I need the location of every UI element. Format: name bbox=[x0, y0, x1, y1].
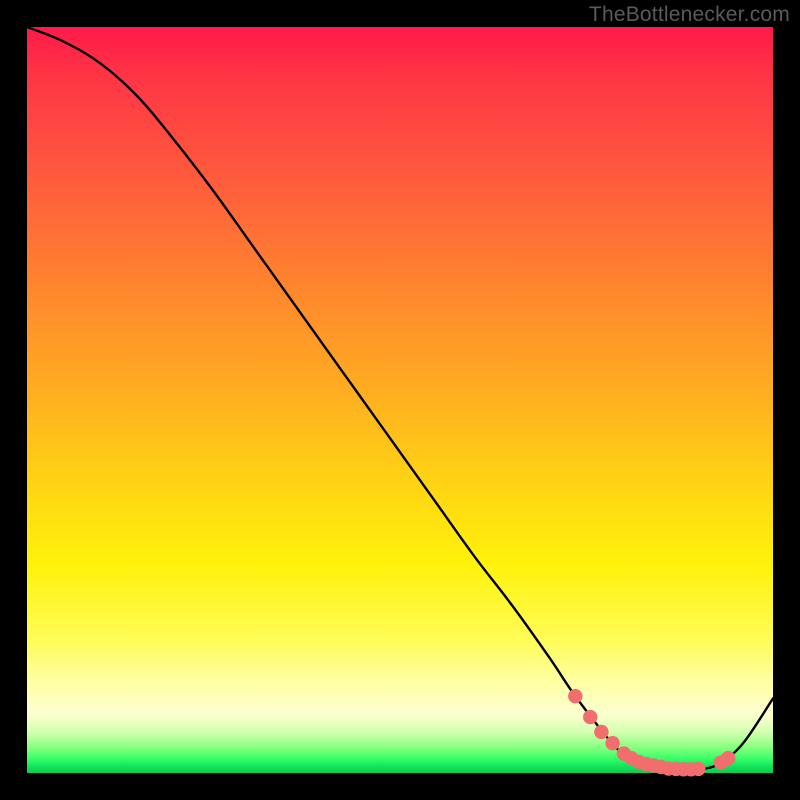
marker-point bbox=[721, 751, 735, 765]
marker-group bbox=[568, 689, 735, 777]
bottleneck-curve-path bbox=[27, 27, 773, 769]
plot-area bbox=[27, 27, 773, 773]
marker-point bbox=[568, 689, 582, 703]
marker-point bbox=[605, 736, 619, 750]
marker-point bbox=[583, 710, 597, 724]
watermark-text: TheBottlenecker.com bbox=[589, 3, 790, 27]
marker-point bbox=[594, 725, 608, 739]
curve-svg bbox=[27, 27, 773, 773]
chart-frame: TheBottlenecker.com bbox=[0, 0, 800, 800]
marker-point bbox=[691, 762, 705, 776]
